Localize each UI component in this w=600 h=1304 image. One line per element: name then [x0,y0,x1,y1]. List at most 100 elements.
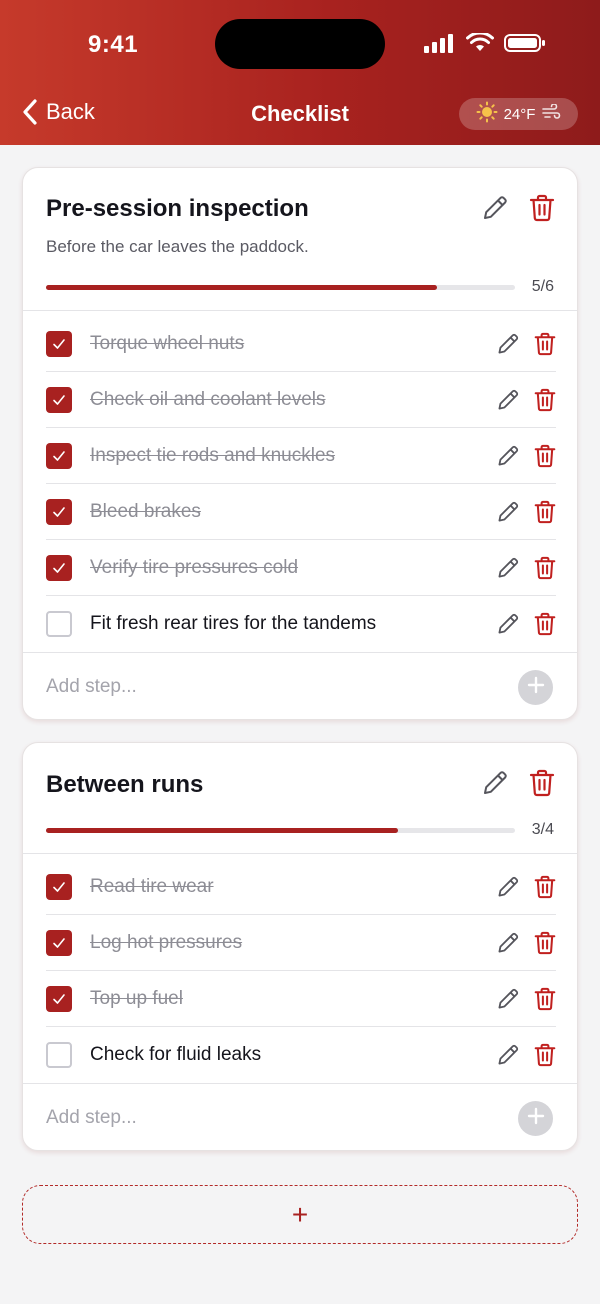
step-actions [496,332,556,356]
step-label: Read tire wear [90,875,214,897]
step-label: Log hot pressures [90,931,243,953]
edit-step-button[interactable] [496,332,520,356]
step-label: Check oil and coolant levels [90,388,326,410]
step-checkbox[interactable] [46,442,72,469]
step-row: Verify tire pressures cold [46,540,556,596]
battery-icon [504,33,546,58]
step-actions [496,612,556,636]
step-label: Inspect tie rods and knuckles [90,444,336,466]
progress-fill [46,828,398,833]
step-label: Top up fuel [90,987,183,1009]
delete-step-button[interactable] [534,987,556,1011]
step-checkbox[interactable] [46,386,72,413]
check-icon [52,338,66,350]
plus-icon [527,676,545,699]
step-list: Torque wheel nuts Check oil and coolant l… [23,316,577,652]
delete-step-button[interactable] [534,332,556,356]
divider [23,310,577,311]
trash-icon [529,194,555,226]
add-list-label: + [291,1198,309,1230]
check-icon [52,506,66,518]
edit-step-button[interactable] [496,1043,520,1067]
pencil-icon [496,332,520,356]
card-description: Before the car leaves the paddock. [46,237,309,256]
plus-icon [527,1107,545,1130]
weather-badge[interactable]: 24°F [459,98,578,130]
step-checkbox[interactable] [46,554,72,581]
pencil-icon [496,1043,520,1067]
edit-step-button[interactable] [496,875,520,899]
delete-step-button[interactable] [534,612,556,636]
edit-step-button[interactable] [496,500,520,524]
step-checkbox[interactable] [46,330,72,357]
delete-step-button[interactable] [534,500,556,524]
step-row: Torque wheel nuts [46,316,556,372]
edit-list-button[interactable] [481,194,509,227]
app-header: 9:41 Back Checklist 24°F [0,0,600,145]
step-row: Fit fresh rear tires for the tandems [46,596,556,652]
pencil-icon [496,612,520,636]
add-step-button[interactable] [518,1101,553,1136]
step-checkbox[interactable] [46,498,72,525]
edit-step-button[interactable] [496,556,520,580]
delete-list-button[interactable] [529,769,555,802]
edit-step-button[interactable] [496,388,520,412]
edit-step-button[interactable] [496,612,520,636]
wind-icon [541,103,561,124]
check-icon [52,562,66,574]
edit-step-button[interactable] [496,444,520,468]
delete-list-button[interactable] [529,194,555,227]
delete-step-button[interactable] [534,388,556,412]
step-checkbox[interactable] [46,985,72,1012]
edit-list-button[interactable] [481,769,509,802]
delete-step-button[interactable] [534,556,556,580]
delete-step-button[interactable] [534,875,556,899]
check-icon [52,450,66,462]
edit-step-button[interactable] [496,931,520,955]
nav-bar: Back Checklist 24°F [0,92,600,138]
step-checkbox[interactable] [46,873,72,900]
step-row: Bleed brakes [46,484,556,540]
step-checkbox[interactable] [46,611,72,637]
step-row: Top up fuel [46,971,556,1027]
add-step-row [23,653,577,719]
trash-icon [534,444,556,468]
pencil-icon [496,931,520,955]
step-checkbox[interactable] [46,929,72,956]
delete-step-button[interactable] [534,444,556,468]
step-label: Verify tire pressures cold [90,556,299,578]
dynamic-island [215,19,385,69]
delete-step-button[interactable] [534,1043,556,1067]
status-icons [424,31,546,58]
pencil-icon [496,500,520,524]
check-icon [52,394,66,406]
trash-icon [534,500,556,524]
pencil-icon [496,987,520,1011]
check-icon [52,993,66,1005]
step-row: Log hot pressures [46,915,556,971]
pencil-icon [496,556,520,580]
divider [23,853,577,854]
add-step-input[interactable] [46,653,486,719]
progress-bar [46,285,515,290]
check-icon [52,881,66,893]
card-title: Between runs [46,771,204,798]
trash-icon [534,612,556,636]
step-row: Read tire wear [46,859,556,915]
add-step-input[interactable] [46,1084,486,1150]
progress-count: 5/6 [531,278,554,295]
step-row: Check oil and coolant levels [46,372,556,428]
status-time: 9:41 [88,31,139,58]
step-label: Bleed brakes [90,500,201,522]
add-step-row [23,1084,577,1150]
pencil-icon [481,771,509,801]
add-step-button[interactable] [518,670,553,705]
step-checkbox[interactable] [46,1042,72,1068]
step-row: Check for fluid leaks [46,1027,556,1083]
edit-step-button[interactable] [496,987,520,1011]
step-label: Fit fresh rear tires for the tandems [90,613,377,634]
trash-icon [534,987,556,1011]
delete-step-button[interactable] [534,931,556,955]
add-list-button[interactable]: + [22,1185,578,1244]
weather-temp: 24°F [503,105,536,123]
